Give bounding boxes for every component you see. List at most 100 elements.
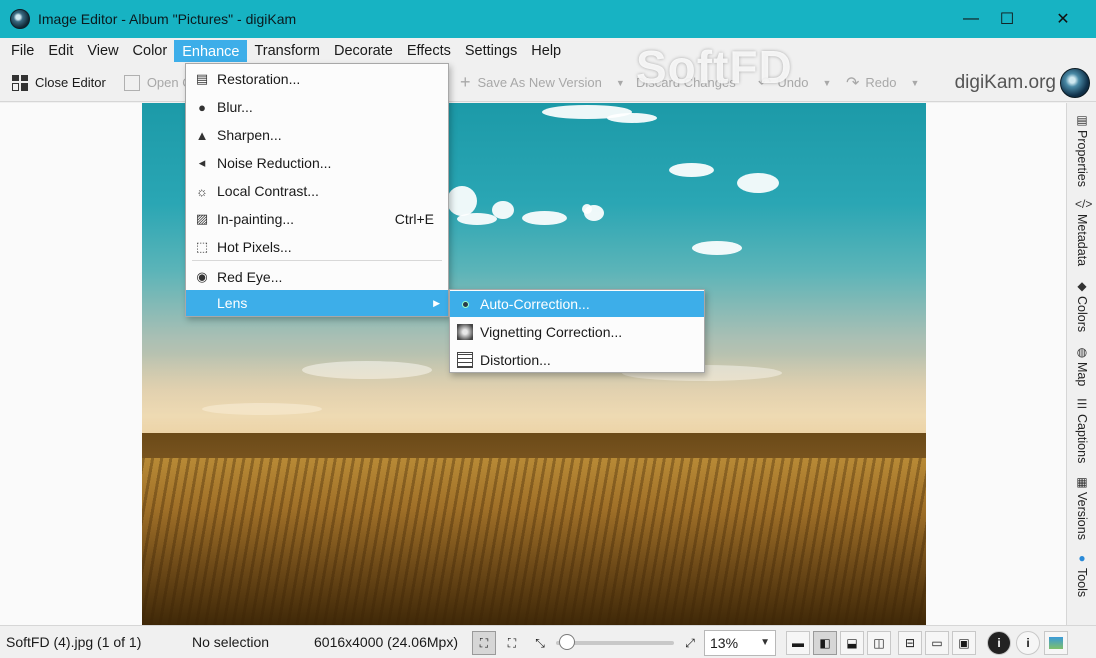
menu-enhance[interactable]: Enhance [174,40,248,62]
menu-item-label: Hot Pixels... [217,239,292,255]
fit-window-icon: ⛶ [479,635,489,650]
main-toolbar: Close Editor Open C + Save As New Versio… [0,64,1096,102]
globe-icon: ◍ [1076,345,1088,359]
status-filename: SoftFD (4).jpg (1 of 1) [6,634,142,650]
menu-item-sharpen[interactable]: ▲ Sharpen... [186,122,448,148]
menu-bar: File Edit View Color Enhance Transform D… [0,38,1096,64]
watermark-text: SoftFD [636,41,793,93]
properties-icon: ▤ [1076,113,1088,127]
digikam-logo[interactable] [1060,68,1090,98]
menu-item-shortcut: Ctrl+E [394,211,434,227]
menu-item-noise-reduction[interactable]: ◂ Noise Reduction... [186,150,448,176]
close-editor-button[interactable]: Close Editor [6,68,112,98]
sidebar-tab-map[interactable]: ◍ Map [1067,341,1096,386]
menu-item-label: In-painting... [217,211,295,227]
color-managed-view-icon [1049,637,1063,649]
menu-file[interactable]: File [4,40,41,62]
preview-mask-button[interactable]: ▣ [952,631,976,655]
info-filled-icon: i [997,636,1001,650]
save-as-new-version-label: Save As New Version [477,75,602,90]
preview-duplicate-horizontal-button[interactable]: ⊟ [898,631,922,655]
cloud [737,173,779,193]
cloud [522,211,567,225]
menu-item-lens[interactable]: Lens ▶ [186,290,448,316]
distortion-icon [457,352,473,368]
preview-both-horizontal-button[interactable]: ⬓ [840,631,864,655]
preview-both-vertical-button[interactable]: ◧ [813,631,837,655]
menu-item-red-eye[interactable]: ◉ Red Eye... [186,264,448,290]
menu-settings[interactable]: Settings [458,40,524,62]
menu-item-label: Lens [217,295,248,311]
menu-item-vignetting-correction[interactable]: Vignetting Correction... [450,319,704,345]
chevron-right-icon: ▶ [433,297,440,308]
zoom-slider-handle[interactable] [559,634,575,650]
sidebar-tab-properties[interactable]: ▤ Properties [1067,109,1096,187]
chevron-down-icon: ▼ [760,637,770,648]
menu-help[interactable]: Help [524,40,568,62]
menu-decorate[interactable]: Decorate [327,40,400,62]
sidebar-tab-colors[interactable]: ◆ Colors [1067,275,1096,332]
zoom-in-button[interactable]: ⤢ [678,631,702,655]
menu-item-hot-pixels[interactable]: ⬚ Hot Pixels... [186,234,448,260]
actual-size-icon: ⛶ [507,635,517,650]
zoom-selection-button[interactable]: ⤡ [528,631,552,655]
cloud [447,186,477,216]
status-dimensions: 6016x4000 (24.06Mpx) [314,634,458,650]
close-editor-label: Close Editor [35,75,106,90]
preview-duplicate-vertical-button[interactable]: ◫ [867,631,891,655]
sharpen-triangle-icon: ▲ [195,127,209,143]
menu-view[interactable]: View [80,40,125,62]
close-window-button[interactable]: ✕ [1038,0,1088,38]
color-managed-view-button[interactable] [1044,631,1068,655]
sidebar-tab-captions[interactable]: ☰ Captions [1067,393,1096,463]
menu-color[interactable]: Color [126,40,175,62]
grid-icon [12,74,28,91]
image-icon [123,74,140,91]
preview-original-button[interactable]: ▬ [786,631,810,655]
menu-item-distortion[interactable]: Distortion... [450,347,704,373]
cloud [584,205,604,221]
maximize-button[interactable]: ☐ [982,0,1032,38]
redo-button[interactable]: ↷ Redo ▼ [840,68,925,98]
tools-sphere-icon: ● [1078,551,1086,565]
right-sidebar: ▤ Properties </> Metadata ◆ Colors ◍ Map… [1066,103,1096,625]
sidebar-tab-label: Metadata [1075,214,1089,267]
over-exposure-indicator[interactable]: i [1016,631,1040,655]
menu-item-label: Restoration... [217,71,301,87]
zoom-value: 13% [710,635,739,651]
menu-transform[interactable]: Transform [247,40,327,62]
eye-icon: ◉ [196,269,208,284]
preview-target-button[interactable]: ▭ [925,631,949,655]
zoom-100-button[interactable]: ⛶ [500,631,524,655]
sidebar-tab-metadata[interactable]: </> Metadata [1067,193,1096,266]
menu-item-auto-correction[interactable]: Auto-Correction... [450,291,704,317]
zoom-in-icon: ⤢ [685,635,695,650]
under-exposure-indicator[interactable]: i [987,631,1011,655]
sidebar-tab-label: Colors [1075,296,1089,333]
digikam-app-icon [10,9,30,29]
save-as-new-version-button[interactable]: + Save As New Version ▼ [454,68,631,98]
menu-item-blur[interactable]: ● Blur... [186,94,448,120]
sidebar-tab-versions[interactable]: ▦ Versions [1067,471,1096,540]
split-vertical-icon: ◧ [819,636,831,650]
chevron-down-icon: ▼ [615,77,625,88]
menu-item-local-contrast[interactable]: ☼ Local Contrast... [186,178,448,204]
hot-pixels-icon: ⬚ [195,239,209,254]
menu-effects[interactable]: Effects [400,40,458,62]
menu-item-in-painting[interactable]: ▨ In-painting... Ctrl+E [186,206,448,232]
sidebar-tab-label: Captions [1075,414,1089,464]
sidebar-tab-tools[interactable]: ● Tools [1067,547,1096,597]
menu-item-restoration[interactable]: ▤ Restoration... [186,66,448,92]
title-bar: Image Editor - Album "Pictures" - digiKa… [0,0,1096,38]
zoom-fit-button[interactable]: ⛶ [472,631,496,655]
enhance-menu: ▤ Restoration... ● Blur... ▲ Sharpen... … [185,63,449,317]
redo-label: Redo [865,75,897,90]
blur-drop-icon: ● [198,99,206,115]
menu-edit[interactable]: Edit [41,40,80,62]
colors-droplet-icon: ◆ [1077,279,1087,293]
versions-icon: ▦ [1076,475,1088,489]
zoom-combo[interactable]: 13% ▼ [704,630,776,656]
metadata-code-icon: </> [1075,197,1093,211]
plus-icon: + [460,72,471,92]
menu-item-label: Auto-Correction... [480,296,590,312]
